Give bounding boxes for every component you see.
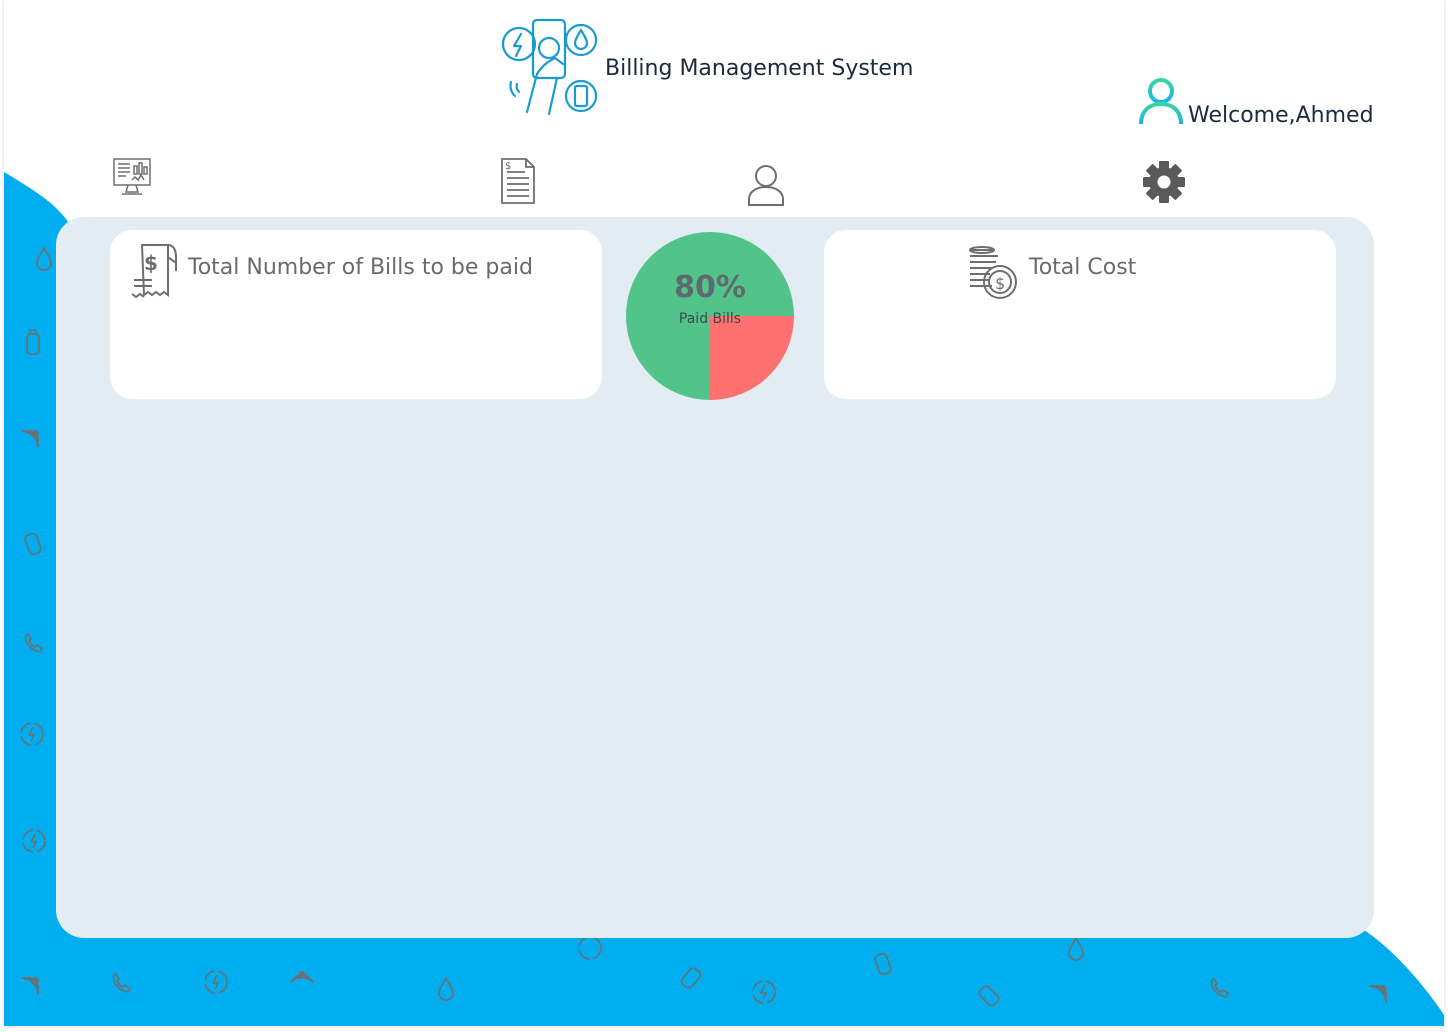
coins-stack-icon: $ <box>969 246 1017 299</box>
energy-cycle-icon <box>204 970 228 994</box>
wifi-signal-icon <box>1369 984 1388 1003</box>
nav-settings-gear-icon[interactable] <box>1142 158 1186 206</box>
gas-bottle-icon <box>24 532 42 556</box>
paid-percent-label: 80% <box>674 270 746 305</box>
energy-cycle-icon <box>752 980 776 1004</box>
svg-text:$: $ <box>505 161 511 172</box>
app-window <box>4 0 1444 1026</box>
gas-bottle-icon <box>680 967 702 989</box>
energy-cycle-icon <box>20 722 44 746</box>
pie-slice-unpaid[interactable] <box>710 316 794 400</box>
wifi-signal-icon <box>290 971 315 983</box>
nav-user-icon[interactable] <box>746 162 786 208</box>
energy-cycle-icon <box>22 829 46 853</box>
receipt-dollar-icon: $ <box>131 244 177 299</box>
user-avatar-icon <box>1139 78 1183 125</box>
gas-bottle-icon <box>26 329 40 355</box>
svg-text:$: $ <box>144 251 158 275</box>
phone-icon <box>112 972 132 993</box>
billing-logo-icon <box>501 18 598 116</box>
wifi-signal-icon <box>21 429 40 448</box>
bills-to-pay-card[interactable]: $ Total Number of Bills to be paid <box>110 230 602 399</box>
user-welcome[interactable]: Welcome,Ahmed <box>1136 76 1374 128</box>
phone-icon <box>24 632 44 653</box>
water-drop-icon <box>438 976 454 1001</box>
svg-text:$: $ <box>995 274 1005 293</box>
total-cost-card[interactable]: $ Total Cost <box>824 230 1336 399</box>
paid-bills-caption: Paid Bills <box>678 311 742 327</box>
total-cost-label: Total Cost <box>1029 255 1137 280</box>
bills-card-label: Total Number of Bills to be paid <box>188 255 533 280</box>
app-title: Billing Management System <box>605 56 914 81</box>
welcome-text: Welcome,Ahmed <box>1188 103 1374 128</box>
phone-icon <box>1210 977 1230 998</box>
gas-bottle-icon <box>978 985 1000 1007</box>
water-drop-icon <box>1068 936 1084 961</box>
nav-invoice-icon[interactable]: $ <box>499 156 537 206</box>
gas-bottle-icon <box>874 952 892 976</box>
wifi-signal-icon <box>21 976 40 995</box>
nav-dashboard-icon[interactable] <box>112 156 152 198</box>
